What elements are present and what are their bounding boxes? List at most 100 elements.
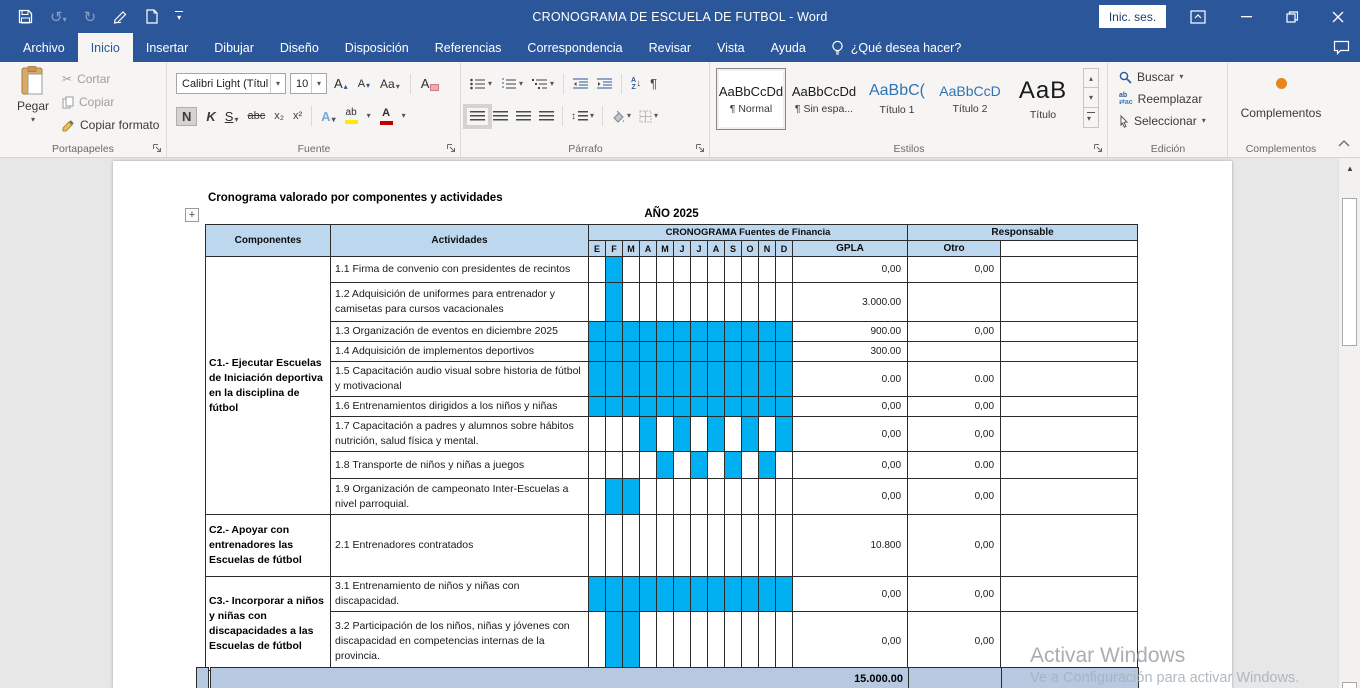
gantt-cell-1[interactable] — [606, 417, 623, 452]
gantt-cell-5[interactable] — [674, 452, 691, 479]
gantt-cell-0-filled[interactable] — [589, 397, 606, 417]
gantt-cell-11[interactable] — [776, 283, 793, 322]
gantt-cell-6-filled[interactable] — [691, 362, 708, 397]
gantt-cell-7[interactable] — [708, 283, 725, 322]
gantt-cell-5-filled[interactable] — [674, 397, 691, 417]
gantt-cell-4-filled[interactable] — [657, 397, 674, 417]
gantt-cell-10-filled[interactable] — [759, 577, 776, 612]
style-card-0[interactable]: AaBbCcDd¶ Normal — [716, 68, 786, 130]
gantt-cell-3-filled[interactable] — [640, 362, 657, 397]
clipboard-dialog-launcher[interactable] — [152, 143, 162, 153]
paste-button[interactable]: Pegar ▾ — [8, 66, 58, 138]
tab-vista[interactable]: Vista — [704, 33, 758, 62]
gantt-cell-11[interactable] — [776, 452, 793, 479]
gantt-cell-1-filled[interactable] — [606, 479, 623, 515]
gantt-cell-5[interactable] — [674, 257, 691, 283]
gantt-cell-9-filled[interactable] — [742, 397, 759, 417]
styles-scroll-up-icon[interactable]: ▴ — [1083, 68, 1099, 88]
gantt-cell-5[interactable] — [674, 283, 691, 322]
gantt-cell-1[interactable] — [606, 515, 623, 577]
gantt-cell-11[interactable] — [776, 479, 793, 515]
align-center-button[interactable] — [493, 111, 508, 122]
gantt-cell-8-filled[interactable] — [725, 577, 742, 612]
otro-cell[interactable]: 0,00 — [908, 322, 1001, 342]
gantt-cell-0[interactable] — [589, 479, 606, 515]
gantt-cell-11-filled[interactable] — [776, 342, 793, 362]
gantt-cell-9-filled[interactable] — [742, 342, 759, 362]
gantt-cell-0-filled[interactable] — [589, 322, 606, 342]
comment-icon[interactable] — [1333, 33, 1350, 62]
copy-button[interactable]: Copiar — [62, 95, 159, 109]
schedule-table[interactable]: Componentes Actividades CRONOGRAMA Fuent… — [205, 224, 1138, 671]
gantt-cell-11[interactable] — [776, 257, 793, 283]
gantt-cell-6[interactable] — [691, 479, 708, 515]
justify-button[interactable] — [539, 111, 554, 122]
gantt-cell-11-filled[interactable] — [776, 417, 793, 452]
responsable-cell[interactable] — [1001, 342, 1138, 362]
gantt-cell-0[interactable] — [589, 417, 606, 452]
gantt-cell-7-filled[interactable] — [708, 397, 725, 417]
vertical-scrollbar[interactable]: ▲ — [1338, 158, 1360, 688]
bullets-icon[interactable]: ▾ — [470, 78, 492, 90]
gantt-cell-3[interactable] — [640, 612, 657, 671]
activity-cell[interactable]: 1.3 Organización de eventos en diciembre… — [331, 322, 589, 342]
gantt-cell-0[interactable] — [589, 283, 606, 322]
gantt-cell-1-filled[interactable] — [606, 322, 623, 342]
gantt-cell-2[interactable] — [623, 515, 640, 577]
gantt-cell-10[interactable] — [759, 283, 776, 322]
gantt-cell-11[interactable] — [776, 612, 793, 671]
document-page[interactable]: Cronograma valorado por componentes y ac… — [113, 161, 1232, 688]
styles-scroll-down-icon[interactable]: ▾ — [1083, 88, 1099, 108]
responsable-cell[interactable] — [1001, 257, 1138, 283]
bold-button[interactable]: N — [176, 107, 197, 126]
tab-disposición[interactable]: Disposición — [332, 33, 422, 62]
gantt-cell-2[interactable] — [623, 452, 640, 479]
gantt-cell-7[interactable] — [708, 479, 725, 515]
activity-cell[interactable]: 2.1 Entrenadores contratados — [331, 515, 589, 577]
gantt-cell-0[interactable] — [589, 257, 606, 283]
activity-cell[interactable]: 1.7 Capacitación a padres y alumnos sobr… — [331, 417, 589, 452]
activity-cell[interactable]: 3.2 Participación de los niños, niñas y … — [331, 612, 589, 671]
otro-cell[interactable] — [908, 283, 1001, 322]
styles-more-icon[interactable]: ▾ — [1083, 108, 1099, 128]
style-card-3[interactable]: AaBbCcDTítulo 2 — [935, 68, 1005, 130]
activity-cell[interactable]: 1.2 Adquisición de uniformes para entren… — [331, 283, 589, 322]
tab-revisar[interactable]: Revisar — [636, 33, 704, 62]
gantt-cell-4-filled[interactable] — [657, 362, 674, 397]
tab-diseño[interactable]: Diseño — [267, 33, 332, 62]
decrease-indent-icon[interactable] — [573, 78, 588, 90]
gantt-cell-6[interactable] — [691, 257, 708, 283]
gpla-cell[interactable]: 300.00 — [793, 342, 908, 362]
gantt-cell-0-filled[interactable] — [589, 577, 606, 612]
gantt-cell-4-filled[interactable] — [657, 577, 674, 612]
gantt-cell-3[interactable] — [640, 479, 657, 515]
gantt-cell-1-filled[interactable] — [606, 257, 623, 283]
gantt-cell-4-filled[interactable] — [657, 452, 674, 479]
gantt-cell-4-filled[interactable] — [657, 322, 674, 342]
line-spacing-icon[interactable]: ↕▾ — [571, 111, 594, 122]
gantt-cell-10-filled[interactable] — [759, 452, 776, 479]
gantt-cell-11-filled[interactable] — [776, 397, 793, 417]
style-card-2[interactable]: AaBbC(Título 1 — [862, 68, 932, 130]
gantt-cell-2[interactable] — [623, 257, 640, 283]
replace-button[interactable]: ab⇄acReemplazar — [1119, 92, 1206, 106]
responsable-cell[interactable] — [1001, 417, 1138, 452]
gantt-cell-7[interactable] — [708, 612, 725, 671]
show-paragraph-marks-icon[interactable]: ¶ — [650, 76, 657, 91]
gantt-cell-1-filled[interactable] — [606, 397, 623, 417]
responsable-cell[interactable] — [1001, 397, 1138, 417]
gantt-cell-10[interactable] — [759, 417, 776, 452]
gantt-cell-1[interactable] — [606, 452, 623, 479]
otro-cell[interactable]: 0,00 — [908, 577, 1001, 612]
align-left-button[interactable] — [470, 111, 485, 122]
gantt-cell-6-filled[interactable] — [691, 322, 708, 342]
activity-cell[interactable]: 1.4 Adquisición de implementos deportivo… — [331, 342, 589, 362]
gantt-cell-6[interactable] — [691, 515, 708, 577]
gantt-cell-5[interactable] — [674, 515, 691, 577]
paragraph-dialog-launcher[interactable] — [695, 143, 705, 153]
gantt-cell-8[interactable] — [725, 612, 742, 671]
otro-cell[interactable]: 0,00 — [908, 515, 1001, 577]
gantt-cell-5-filled[interactable] — [674, 577, 691, 612]
addins-button[interactable]: Complementos — [1229, 106, 1333, 120]
style-card-4[interactable]: AaBTítulo — [1008, 68, 1078, 130]
